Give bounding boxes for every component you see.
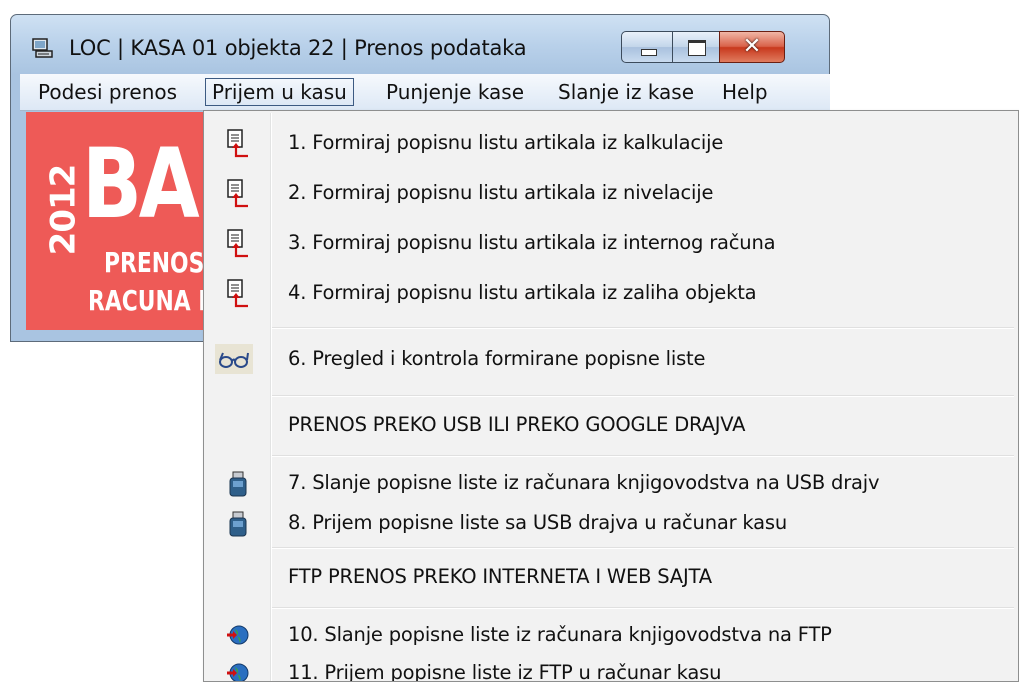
- menu-item-ftp-header[interactable]: FTP PRENOS PREKO INTERNETA I WEB SAJTA: [204, 557, 1018, 597]
- menu-item-label: PRENOS PREKO USB ILI PREKO GOOGLE DRAJVA: [288, 413, 746, 436]
- menu-item-label: 1. Formiraj popisnu listu artikala iz ka…: [288, 131, 724, 154]
- title-bar[interactable]: LOC | KASA 01 objekta 22 | Prenos podata…: [11, 15, 829, 73]
- menu-item-prijem-usb[interactable]: 8. Prijem popisne liste sa USB drajva u …: [204, 503, 1018, 543]
- window-title: LOC | KASA 01 objekta 22 | Prenos podata…: [69, 36, 527, 60]
- menu-item-label: 7. Slanje popisne liste iz računara knji…: [288, 471, 880, 494]
- document-arrow-icon: [227, 179, 248, 208]
- computer-icon: [32, 38, 53, 58]
- menu-help[interactable]: Help: [716, 78, 774, 106]
- globe-arrow-icon: [227, 625, 249, 645]
- minimize-button[interactable]: [621, 31, 673, 63]
- banner-line-2: RACUNA I: [88, 284, 206, 317]
- menu-separator: [272, 395, 1014, 397]
- usb-drive-icon: [229, 511, 247, 537]
- menu-item-formiraj-kalkulacije[interactable]: 1. Formiraj popisnu listu artikala iz ka…: [204, 123, 1018, 163]
- close-button[interactable]: ✕: [719, 31, 785, 63]
- menu-item-label: 6. Pregled i kontrola formirane popisne …: [288, 347, 706, 370]
- menu-bar: Podesi prenos Prijem u kasu Punjenje kas…: [20, 74, 830, 111]
- menu-punjenje-kase[interactable]: Punjenje kase: [380, 78, 530, 106]
- maximize-button[interactable]: [672, 31, 720, 63]
- menu-item-formiraj-nivelacije[interactable]: 2. Formiraj popisnu listu artikala iz ni…: [204, 173, 1018, 213]
- menu-item-formiraj-zaliha-objekta[interactable]: 4. Formiraj popisnu listu artikala iz za…: [204, 273, 1018, 313]
- menu-item-label: 11. Prijem popisne liste iz FTP u računa…: [288, 661, 722, 682]
- menu-item-label: 2. Formiraj popisnu listu artikala iz ni…: [288, 181, 714, 204]
- menu-prijem-u-kasu[interactable]: Prijem u kasu: [205, 78, 354, 106]
- menu-separator: [272, 607, 1014, 609]
- prijem-u-kasu-dropdown: 1. Formiraj popisnu listu artikala iz ka…: [203, 110, 1019, 682]
- banner-line-1: PRENOS: [104, 246, 205, 279]
- menu-item-pregled-kontrola[interactable]: 6. Pregled i kontrola formirane popisne …: [204, 339, 1018, 379]
- menu-item-prijem-ftp[interactable]: 11. Prijem popisne liste iz FTP u računa…: [204, 653, 1018, 682]
- usb-drive-icon: [229, 471, 247, 497]
- menu-item-slanje-usb[interactable]: 7. Slanje popisne liste iz računara knji…: [204, 463, 1018, 503]
- menu-slanje-iz-kase[interactable]: Slanje iz kase: [552, 78, 700, 106]
- menu-item-label: 3. Formiraj popisnu listu artikala iz in…: [288, 231, 776, 254]
- document-arrow-icon: [227, 129, 248, 158]
- glasses-icon: [215, 344, 253, 374]
- banner-year: 2012: [43, 164, 84, 256]
- maximize-icon: [688, 40, 706, 56]
- banner-image: 2012 BA PRENOS RACUNA I: [26, 112, 206, 330]
- menu-separator: [272, 327, 1014, 329]
- menu-item-label: 10. Slanje popisne liste iz računara knj…: [288, 623, 832, 646]
- close-icon: ✕: [742, 34, 762, 59]
- menu-podesi-prenos[interactable]: Podesi prenos: [32, 78, 183, 106]
- document-arrow-icon: [227, 229, 248, 258]
- menu-item-label: FTP PRENOS PREKO INTERNETA I WEB SAJTA: [288, 565, 712, 588]
- menu-item-slanje-ftp[interactable]: 10. Slanje popisne liste iz računara knj…: [204, 615, 1018, 655]
- banner-title: BA: [82, 128, 200, 240]
- menu-item-usb-header[interactable]: PRENOS PREKO USB ILI PREKO GOOGLE DRAJVA: [204, 405, 1018, 445]
- globe-arrow-icon: [227, 663, 249, 681]
- menu-item-label: 4. Formiraj popisnu listu artikala iz za…: [288, 281, 757, 304]
- menu-separator: [272, 455, 1014, 457]
- document-arrow-icon: [227, 279, 248, 308]
- menu-item-label: 8. Prijem popisne liste sa USB drajva u …: [288, 511, 788, 534]
- menu-separator: [272, 547, 1014, 549]
- minimize-icon: [641, 49, 657, 56]
- menu-item-formiraj-internog-racuna[interactable]: 3. Formiraj popisnu listu artikala iz in…: [204, 223, 1018, 263]
